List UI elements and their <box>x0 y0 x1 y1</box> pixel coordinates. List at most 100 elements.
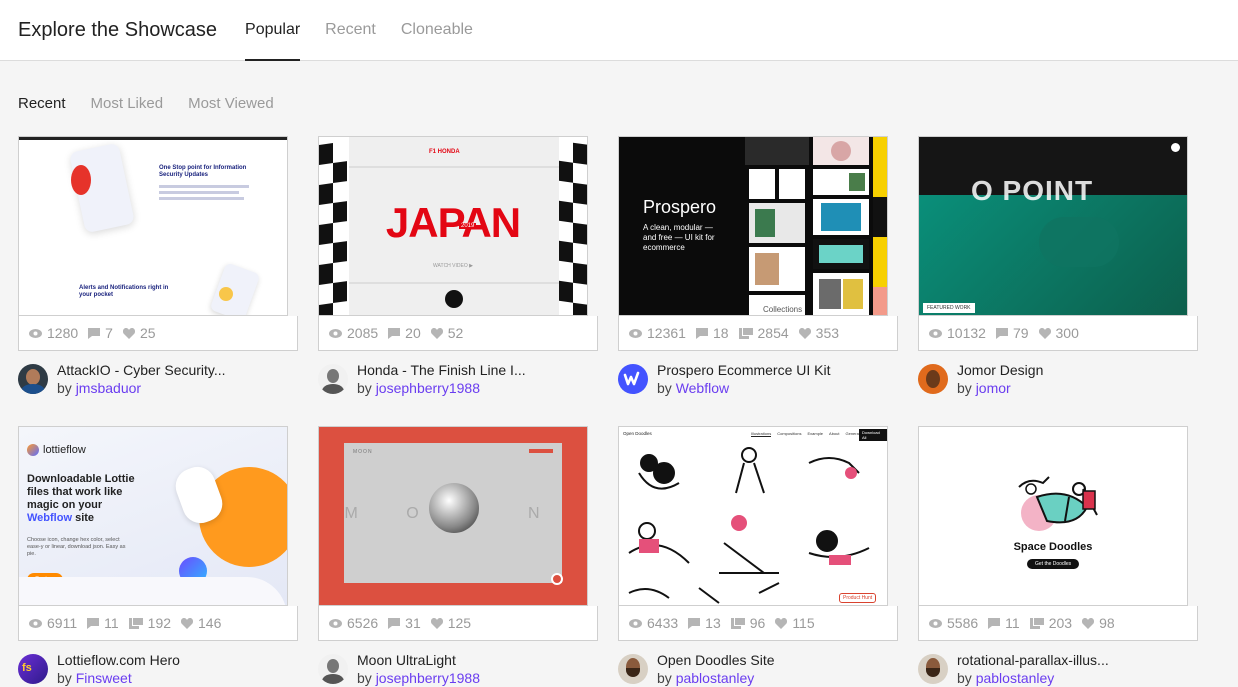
clone-icon <box>738 327 753 339</box>
sort-most-viewed[interactable]: Most Viewed <box>188 95 274 112</box>
thumb-tag: Collections <box>763 305 803 314</box>
thumb-sub: Alerts and Notifications right in your p… <box>79 285 169 298</box>
likes-count: 52 <box>447 325 464 341</box>
views-count: 6526 <box>347 615 379 631</box>
tab-recent[interactable]: Recent <box>325 0 376 61</box>
thumb-headline: O POINT <box>971 175 1094 206</box>
showcase-card[interactable]: Prospero A clean, modular — and free — U… <box>618 136 898 397</box>
card-stats: 5586 11 203 98 <box>918 606 1198 641</box>
card-stats: 12361 18 2854 353 <box>618 316 898 351</box>
eye-icon <box>929 328 942 338</box>
avatar[interactable] <box>918 364 948 394</box>
comments-count: 79 <box>1012 325 1029 341</box>
author-link[interactable]: pablostanley <box>976 670 1055 686</box>
likes-count: 125 <box>447 615 472 631</box>
thumb-logo: lottieflow <box>43 444 86 456</box>
card-thumbnail[interactable]: lottieflow Downloadable Lottie files tha… <box>18 426 288 606</box>
lottieflow-logo-icon <box>27 444 39 456</box>
showcase-card[interactable]: F1 HONDA JAPAN 2019 WATCH VIDEO ▶ 2085 2… <box>318 136 598 397</box>
card-title[interactable]: Moon UltraLight <box>357 651 480 669</box>
likes-count: 115 <box>792 615 815 631</box>
clone-icon <box>128 617 143 629</box>
views-count: 12361 <box>647 325 686 341</box>
close-icon[interactable] <box>1171 143 1180 152</box>
card-title[interactable]: Prospero Ecommerce UI Kit <box>657 361 831 379</box>
card-thumbnail[interactable]: O POINT FEATURED WORK <box>918 136 1188 316</box>
showcase-card[interactable]: O POINT FEATURED WORK 10132 79 300 Jomor… <box>918 136 1198 397</box>
thumb-year: 2019 <box>459 223 477 229</box>
author-link[interactable]: pablostanley <box>676 670 755 686</box>
showcase-card[interactable]: lottieflow Downloadable Lottie files tha… <box>18 426 298 687</box>
avatar[interactable] <box>918 654 948 684</box>
comment-icon <box>87 617 100 629</box>
avatar[interactable] <box>318 364 348 394</box>
eye-icon <box>629 328 642 338</box>
heart-icon <box>1082 617 1095 629</box>
author-link[interactable]: jomor <box>976 380 1011 396</box>
card-thumbnail[interactable]: F1 HONDA JAPAN 2019 WATCH VIDEO ▶ <box>318 136 588 316</box>
download-all-button[interactable]: Download All <box>859 429 887 441</box>
clone-icon <box>730 617 745 629</box>
card-title[interactable]: Open Doodles Site <box>657 651 775 669</box>
by-label: by <box>957 670 972 686</box>
by-label: by <box>657 380 672 396</box>
views-count: 6433 <box>647 615 679 631</box>
heart-icon <box>1038 327 1051 339</box>
heart-icon <box>181 617 194 629</box>
card-title[interactable]: Lottieflow.com Hero <box>57 651 180 669</box>
by-label: by <box>657 670 672 686</box>
headphones-image <box>429 483 479 533</box>
tab-cloneable[interactable]: Cloneable <box>401 0 473 61</box>
eye-icon <box>629 618 642 628</box>
comments-count: 18 <box>712 325 729 341</box>
author-link[interactable]: josephberry1988 <box>376 670 480 686</box>
avatar[interactable] <box>318 654 348 684</box>
avatar[interactable] <box>18 364 48 394</box>
sort-recent[interactable]: Recent <box>18 95 66 112</box>
avatar[interactable] <box>618 654 648 684</box>
card-title[interactable]: Jomor Design <box>957 361 1043 379</box>
thumb-headline: Prospero <box>643 197 717 217</box>
finsweet-logo-icon: fs <box>22 662 32 674</box>
author-link[interactable]: Webflow <box>676 380 729 396</box>
sort-most-liked[interactable]: Most Liked <box>91 95 164 112</box>
author-link[interactable]: Finsweet <box>76 670 132 686</box>
card-title[interactable]: Honda - The Finish Line I... <box>357 361 526 379</box>
tab-popular[interactable]: Popular <box>245 0 301 61</box>
likes-count: 353 <box>815 325 840 341</box>
card-thumbnail[interactable]: Open Doodles Illustrations Compositions … <box>618 426 888 606</box>
comment-icon <box>388 617 401 629</box>
showcase-card[interactable]: One Stop point for Information Security … <box>18 136 298 397</box>
comment-icon <box>988 617 1001 629</box>
avatar[interactable] <box>618 364 648 394</box>
views-count: 5586 <box>947 615 979 631</box>
showcase-card[interactable]: Open Doodles Illustrations Compositions … <box>618 426 898 687</box>
card-title[interactable]: rotational-parallax-illus... <box>957 651 1109 669</box>
comments-count: 13 <box>705 615 721 631</box>
thumb-brand: Open Doodles <box>623 431 652 436</box>
showcase-card[interactable]: Space Doodles Get the Doodles 5586 11 20… <box>918 426 1198 687</box>
card-thumbnail[interactable]: MOON M O O N <box>318 426 588 606</box>
get-doodles-button[interactable]: Get the Doodles <box>1027 559 1080 569</box>
author-link[interactable]: jmsbaduor <box>76 380 141 396</box>
thumb-sub: A clean, modular — and free — UI kit for… <box>643 223 715 252</box>
showcase-card[interactable]: MOON M O O N 6526 31 125 Moon UltraLight… <box>318 426 598 687</box>
page-title: Explore the Showcase <box>18 18 218 41</box>
by-label: by <box>57 670 72 686</box>
likes-count: 146 <box>198 615 222 631</box>
ui-kit-collage <box>745 137 887 315</box>
sort-tabs: Recent Most Liked Most Viewed <box>0 93 1238 113</box>
card-stats: 6433 13 96 115 <box>618 606 898 641</box>
clones-count: 203 <box>1048 615 1073 631</box>
avatar[interactable]: fs <box>18 654 48 684</box>
by-label: by <box>57 380 72 396</box>
views-count: 10132 <box>947 325 986 341</box>
product-hunt-badge[interactable]: Product Hunt <box>839 593 877 603</box>
card-title[interactable]: AttackIO - Cyber Security... <box>57 361 226 379</box>
author-link[interactable]: josephberry1988 <box>376 380 480 396</box>
card-thumbnail[interactable]: Space Doodles Get the Doodles <box>918 426 1188 606</box>
card-thumbnail[interactable]: Prospero A clean, modular — and free — U… <box>618 136 888 316</box>
card-thumbnail[interactable]: One Stop point for Information Security … <box>18 136 288 316</box>
comments-count: 20 <box>405 325 421 341</box>
doodle-illustrations <box>628 447 870 604</box>
